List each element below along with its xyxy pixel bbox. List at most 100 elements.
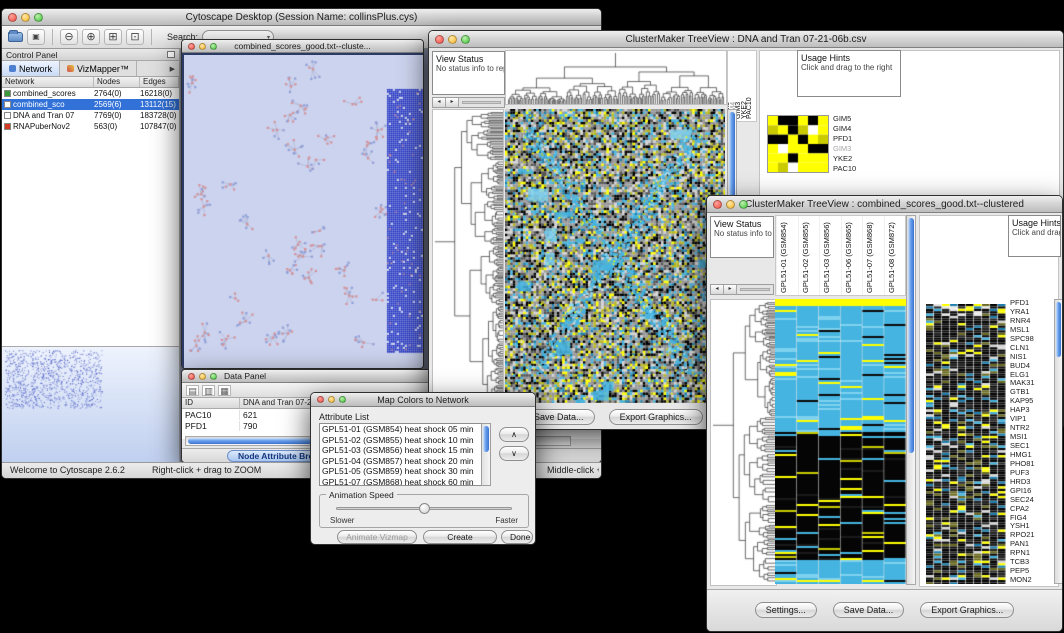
close-button[interactable] bbox=[8, 13, 17, 22]
treeview-titlebar[interactable]: ClusterMaker TreeView : combined_scores_… bbox=[707, 196, 1062, 213]
gene-label[interactable]: NTR2 bbox=[1010, 424, 1054, 432]
scroll-groove[interactable] bbox=[462, 101, 501, 104]
minimize-button[interactable] bbox=[199, 43, 206, 50]
gene-label[interactable]: HAP3 bbox=[1010, 406, 1054, 414]
network-table-row[interactable]: combined_scores 2764(0) 16218(0) bbox=[2, 88, 179, 99]
move-down-button[interactable]: ∨ bbox=[499, 446, 529, 461]
float-panel-icon[interactable] bbox=[167, 51, 175, 58]
create-attribute-icon[interactable]: ▥ bbox=[202, 385, 215, 396]
treeview-button[interactable]: Save Data... bbox=[833, 602, 905, 618]
attribute-list-item[interactable]: GPL51-03 (GSM856) heat shock 15 min bbox=[320, 445, 490, 456]
speed-slider[interactable] bbox=[336, 507, 512, 510]
gene-label[interactable]: HRD3 bbox=[1010, 478, 1054, 486]
close-button[interactable] bbox=[317, 396, 324, 403]
vscrollbar-thumb[interactable] bbox=[483, 426, 489, 452]
tab-vizmapper[interactable]: VizMapper™ bbox=[60, 61, 137, 76]
network-tree-area[interactable] bbox=[2, 132, 180, 346]
gene-label[interactable]: GIM3 bbox=[833, 145, 873, 153]
select-attributes-icon[interactable]: ▤ bbox=[186, 385, 199, 396]
open-session-icon[interactable] bbox=[8, 32, 23, 42]
create-vizmap-button[interactable]: Create Vizmap bbox=[423, 530, 497, 544]
gene-label[interactable]: FIG4 bbox=[1010, 514, 1054, 522]
gene-label[interactable]: BUD4 bbox=[1010, 362, 1054, 370]
gene-label[interactable]: PAC10 bbox=[833, 165, 873, 173]
experiment-column-label[interactable]: GPL51-08 (GSM872) bbox=[884, 216, 906, 295]
gene-label[interactable]: RNR4 bbox=[1010, 317, 1054, 325]
mini-hscrollbar[interactable]: ◂ ▸ bbox=[432, 97, 505, 108]
zoom-in-icon[interactable]: ⊕ bbox=[82, 29, 100, 45]
zoom-fit-icon[interactable]: ⊞ bbox=[104, 29, 122, 45]
network-canvas[interactable] bbox=[184, 55, 423, 368]
move-up-button[interactable]: ∧ bbox=[499, 427, 529, 442]
gene-label[interactable]: GIM5 bbox=[833, 115, 873, 123]
scroll-right-icon[interactable]: ▸ bbox=[446, 98, 459, 107]
experiment-column-label[interactable]: GPL51-01 (GSM854) bbox=[776, 216, 798, 295]
attribute-list-item[interactable]: GPL51-01 (GSM854) heat shock 05 min bbox=[320, 424, 490, 435]
close-button[interactable] bbox=[435, 35, 444, 44]
attribute-list-item[interactable]: GPL51-04 (GSM857) heat shock 20 min bbox=[320, 456, 490, 467]
gene-label[interactable]: MSL1 bbox=[1010, 326, 1054, 334]
close-button[interactable] bbox=[713, 200, 722, 209]
gene-label[interactable]: PAN1 bbox=[1010, 540, 1054, 548]
gene-label[interactable]: HMG1 bbox=[1010, 451, 1054, 459]
gene-label[interactable]: CPA2 bbox=[1010, 505, 1054, 513]
gene-label[interactable]: KAP95 bbox=[1010, 397, 1054, 405]
column-header-edges[interactable]: Edges bbox=[140, 77, 179, 87]
gene-label[interactable]: RPN1 bbox=[1010, 549, 1054, 557]
gene-label[interactable]: PHO81 bbox=[1010, 460, 1054, 468]
scroll-groove[interactable] bbox=[740, 288, 770, 291]
column-header-nodes[interactable]: Nodes bbox=[94, 77, 140, 87]
attribute-matrix-icon[interactable]: ▦ bbox=[218, 385, 231, 396]
secondary-heatmap-canvas[interactable] bbox=[926, 304, 1006, 584]
gene-label[interactable]: SPC98 bbox=[1010, 335, 1054, 343]
gene-label[interactable]: NIS1 bbox=[1010, 353, 1054, 361]
correlation-matrix-canvas[interactable] bbox=[767, 115, 829, 173]
gene-label[interactable]: TCB3 bbox=[1010, 558, 1054, 566]
scroll-right-icon[interactable]: ▸ bbox=[724, 285, 737, 294]
zoom-region-icon[interactable]: ⊡ bbox=[126, 29, 144, 45]
zoom-button[interactable] bbox=[739, 200, 748, 209]
row-dendrogram-canvas[interactable] bbox=[432, 109, 504, 405]
row-dendrogram-canvas[interactable] bbox=[710, 299, 777, 586]
heatmap-vscrollbar[interactable] bbox=[906, 215, 916, 585]
gene-label[interactable]: ELG1 bbox=[1010, 371, 1054, 379]
gene-label[interactable]: VIP1 bbox=[1010, 415, 1054, 423]
zoom-button[interactable] bbox=[339, 396, 346, 403]
gene-label[interactable]: GTB1 bbox=[1010, 388, 1054, 396]
gene-label[interactable]: MAK31 bbox=[1010, 379, 1054, 387]
zoom-out-icon[interactable]: ⊖ bbox=[60, 29, 78, 45]
attribute-list-item[interactable]: GPL51-07 (GSM868) heat shock 60 min bbox=[320, 477, 490, 487]
mini-hscrollbar[interactable]: ◂ ▸ bbox=[710, 284, 774, 295]
gene-label[interactable]: PFD1 bbox=[833, 135, 873, 143]
heatmap-canvas[interactable] bbox=[505, 109, 725, 403]
gene-label[interactable]: CLN1 bbox=[1010, 344, 1054, 352]
treeview-button[interactable]: Export Graphics... bbox=[920, 602, 1014, 618]
dialog-titlebar[interactable]: Map Colors to Network bbox=[311, 393, 535, 407]
network-overview-panel[interactable] bbox=[2, 346, 180, 464]
scroll-left-icon[interactable]: ◂ bbox=[711, 285, 724, 294]
attribute-list-item[interactable]: GPL51-02 (GSM855) heat shock 10 min bbox=[320, 435, 490, 446]
experiment-column-label[interactable]: GPL51-06 (GSM865) bbox=[841, 216, 863, 295]
close-button[interactable] bbox=[188, 43, 195, 50]
gene-label[interactable]: PFD1 bbox=[1010, 299, 1054, 307]
minimize-button[interactable] bbox=[726, 200, 735, 209]
minimize-button[interactable] bbox=[199, 373, 206, 380]
zoom-button[interactable] bbox=[461, 35, 470, 44]
experiment-column-label[interactable]: GPL51-07 (GSM868) bbox=[862, 216, 884, 295]
gene-label[interactable]: GIM4 bbox=[833, 125, 873, 133]
scroll-left-icon[interactable]: ◂ bbox=[433, 98, 446, 107]
minimize-button[interactable] bbox=[21, 13, 30, 22]
attribute-list-item[interactable]: GPL51-05 (GSM859) heat shock 30 min bbox=[320, 466, 490, 477]
gene-label[interactable]: YSH1 bbox=[1010, 522, 1054, 530]
gene-label[interactable]: YRA1 bbox=[1010, 308, 1054, 316]
treeview-button[interactable]: Settings... bbox=[755, 602, 817, 618]
vscrollbar-thumb[interactable] bbox=[1056, 302, 1061, 357]
tab-overflow-icon[interactable]: ▶ bbox=[170, 65, 179, 73]
column-dendrogram-canvas[interactable] bbox=[505, 50, 727, 105]
gene-label[interactable]: SEC24 bbox=[1010, 496, 1054, 504]
vscrollbar-thumb[interactable] bbox=[908, 218, 914, 453]
experiment-column-label[interactable]: GPL51-03 (GSM856) bbox=[819, 216, 841, 295]
slider-thumb[interactable] bbox=[419, 503, 430, 514]
save-session-icon[interactable]: ▣ bbox=[27, 29, 45, 45]
treeview-button[interactable]: Export Graphics... bbox=[609, 409, 703, 425]
